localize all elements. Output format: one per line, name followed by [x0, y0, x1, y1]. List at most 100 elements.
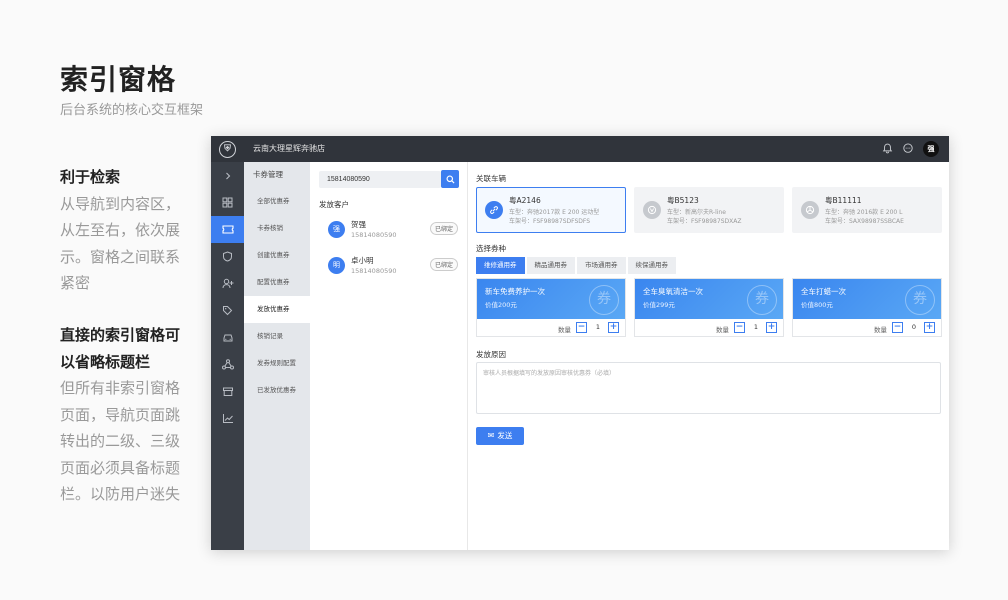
search-button[interactable] — [441, 170, 459, 188]
coupon-card[interactable]: 全车打蜡一次 价值800元 券 数量 − 0 + — [792, 278, 942, 337]
car-card[interactable]: 粤B11111 车型：奔驰 2016款 E 200 L 车架号：SAX98987… — [792, 187, 942, 233]
coupon-banner: 新车免费养护一次 价值200元 券 — [477, 279, 625, 319]
coupons-section-label: 选择券种 — [476, 244, 506, 253]
submenu-item-verify-coupon[interactable]: 卡券核销 — [244, 215, 310, 242]
submenu-item-verify-records[interactable]: 核销记录 — [244, 323, 310, 350]
quantity-value[interactable]: 1 — [746, 322, 766, 333]
submenu-item-issue-rules[interactable]: 发券规则配置 — [244, 350, 310, 377]
top-actions: 强 — [882, 136, 939, 162]
tab-insurance[interactable]: 续保通用券 — [627, 257, 676, 274]
car-plate: 粤B5123 — [667, 196, 699, 205]
quantity-label: 数量 — [716, 326, 729, 334]
car-vin: 车架号：FSF98987SDXAZ — [667, 218, 742, 225]
coupon-card[interactable]: 新车免费养护一次 价值200元 券 数量 − 1 + — [476, 278, 626, 337]
ticket-icon[interactable] — [211, 216, 244, 243]
main-pane: 关联车辆 粤A2146 车型：奔驰2017款 E 200 运动型 车架号：FSF… — [469, 162, 949, 550]
status-badge: 已绑定 — [429, 258, 458, 271]
coupon-name: 全车打蜡一次 — [801, 287, 846, 296]
brand-logo-icon: ⛨ — [219, 140, 236, 158]
send-button[interactable]: ✉ 发送 — [476, 427, 524, 445]
bell-icon[interactable] — [882, 143, 893, 156]
brand-logo-icon — [643, 201, 661, 219]
submenu-item-all-coupons[interactable]: 全部优惠券 — [244, 188, 310, 215]
brand-logo-icon — [801, 201, 819, 219]
cars-section-label: 关联车辆 — [476, 174, 506, 183]
description-retrieval: 利于检索 从导航到内容区，从左至右，依次展示。窗格之间联系紧密 — [60, 164, 185, 297]
icon-rail — [211, 162, 244, 550]
customer-name: 贺强 — [351, 220, 366, 229]
quantity-label: 数量 — [874, 326, 887, 334]
user-add-icon[interactable] — [211, 270, 244, 297]
car-model: 车型：奔驰2017款 E 200 运动型 — [509, 209, 600, 216]
coupon-name: 新车免费养护一次 — [485, 287, 545, 296]
tab-market[interactable]: 市场通用券 — [577, 257, 626, 274]
car-plate: 粤B11111 — [825, 196, 862, 205]
customer-phone: 15814080590 — [351, 267, 397, 275]
status-badge: 已绑定 — [429, 222, 458, 235]
app-window: ⛨ 云南大理星辉奔驰店 强 卡券管理 全部优惠券 卡券核销 创建优惠券 配置优惠… — [211, 136, 949, 550]
tag-icon[interactable] — [211, 297, 244, 324]
link-icon — [485, 201, 503, 219]
quantity-decrement-button[interactable]: − — [892, 322, 903, 333]
quantity-decrement-button[interactable]: − — [576, 322, 587, 333]
car-vin: 车架号：SAX98987SSBCAE — [825, 218, 904, 225]
chart-icon[interactable] — [211, 405, 244, 432]
car-model: 车型：新高尔夫R-line — [667, 209, 726, 216]
car-vin: 车架号：FSF98987SDFSDFS — [509, 218, 591, 225]
coupon-value: 价值299元 — [643, 301, 675, 309]
logo[interactable]: ⛨ — [211, 136, 244, 162]
submenu-item-issued-coupons[interactable]: 已发放优惠券 — [244, 377, 310, 404]
car-plate: 粤A2146 — [509, 196, 541, 205]
tab-boutique[interactable]: 精品通用券 — [526, 257, 575, 274]
customer-name: 卓小明 — [351, 256, 374, 265]
car-card[interactable]: 粤A2146 车型：奔驰2017款 E 200 运动型 车架号：FSF98987… — [476, 187, 626, 233]
customer-pane: 发放客户 强 贺强 15814080590 已绑定 明 卓小明 15814080… — [310, 162, 468, 550]
network-icon[interactable] — [211, 351, 244, 378]
submenu-item-create-coupon[interactable]: 创建优惠券 — [244, 242, 310, 269]
user-avatar[interactable]: 强 — [923, 141, 939, 157]
reason-textarea[interactable]: 审核人员根据填写的发放原因审核优惠券（必填） — [476, 362, 941, 414]
quantity-label: 数量 — [558, 326, 571, 334]
car-model: 车型：奔驰 2016款 E 200 L — [825, 209, 903, 216]
mail-icon: ✉ — [487, 431, 495, 440]
car-icon[interactable] — [211, 324, 244, 351]
submenu-item-config-coupon[interactable]: 配置优惠券 — [244, 269, 310, 296]
car-card[interactable]: 粤B5123 车型：新高尔夫R-line 车架号：FSF98987SDXAZ — [634, 187, 784, 233]
customer-search-input[interactable] — [319, 171, 441, 188]
coupon-value: 价值200元 — [485, 301, 517, 309]
quantity-value[interactable]: 1 — [588, 322, 608, 333]
coupon-stamp-icon: 券 — [589, 285, 619, 315]
quantity-increment-button[interactable]: + — [924, 322, 935, 333]
list-item[interactable]: 明 卓小明 15814080590 已绑定 — [310, 251, 468, 285]
coupon-banner: 全车臭氧清洁一次 价值299元 券 — [635, 279, 783, 319]
description-heading: 直接的索引窗格可以省略标题栏 — [60, 326, 181, 371]
list-item[interactable]: 强 贺强 15814080590 已绑定 — [310, 215, 468, 249]
quantity-decrement-button[interactable]: − — [734, 322, 745, 333]
store-name: 云南大理星辉奔驰店 — [253, 144, 325, 153]
submenu-item-issue-coupon[interactable]: 发放优惠券 — [244, 296, 310, 323]
description-body: 从导航到内容区，从左至右，依次展示。窗格之间联系紧密 — [60, 194, 181, 293]
coupon-banner: 全车打蜡一次 价值800元 券 — [793, 279, 941, 319]
quantity-increment-button[interactable]: + — [608, 322, 619, 333]
submenu-header: 卡券管理 — [253, 170, 283, 179]
description-heading: 利于检索 — [60, 168, 121, 186]
customer-phone: 15814080590 — [351, 231, 397, 239]
store-icon[interactable] — [211, 378, 244, 405]
coupon-stamp-icon: 券 — [905, 285, 935, 315]
grid-icon[interactable] — [211, 189, 244, 216]
search-icon — [445, 174, 455, 184]
tab-repair[interactable]: 维修通用券 — [476, 257, 525, 274]
top-bar: ⛨ 云南大理星辉奔驰店 强 — [211, 136, 949, 162]
page-subtitle: 后台系统的核心交互框架 — [60, 103, 204, 118]
send-button-label: 发送 — [497, 431, 513, 440]
coupon-card[interactable]: 全车臭氧清洁一次 价值299元 券 数量 − 1 + — [634, 278, 784, 337]
coupon-type-tabs: 维修通用券 精品通用券 市场通用券 续保通用券 — [476, 257, 676, 274]
chat-icon[interactable] — [902, 142, 914, 156]
chevron-right-icon[interactable] — [211, 162, 244, 189]
quantity-increment-button[interactable]: + — [766, 322, 777, 333]
shield-icon[interactable] — [211, 243, 244, 270]
description-titlebar: 直接的索引窗格可以省略标题栏 但所有非索引窗格页面，导航页面跳转出的二级、三级页… — [60, 322, 185, 508]
description-body: 但所有非索引窗格页面，导航页面跳转出的二级、三级页面必须具备标题栏。以防用户迷失 — [60, 379, 181, 503]
quantity-value[interactable]: 0 — [904, 322, 924, 333]
coupon-value: 价值800元 — [801, 301, 833, 309]
